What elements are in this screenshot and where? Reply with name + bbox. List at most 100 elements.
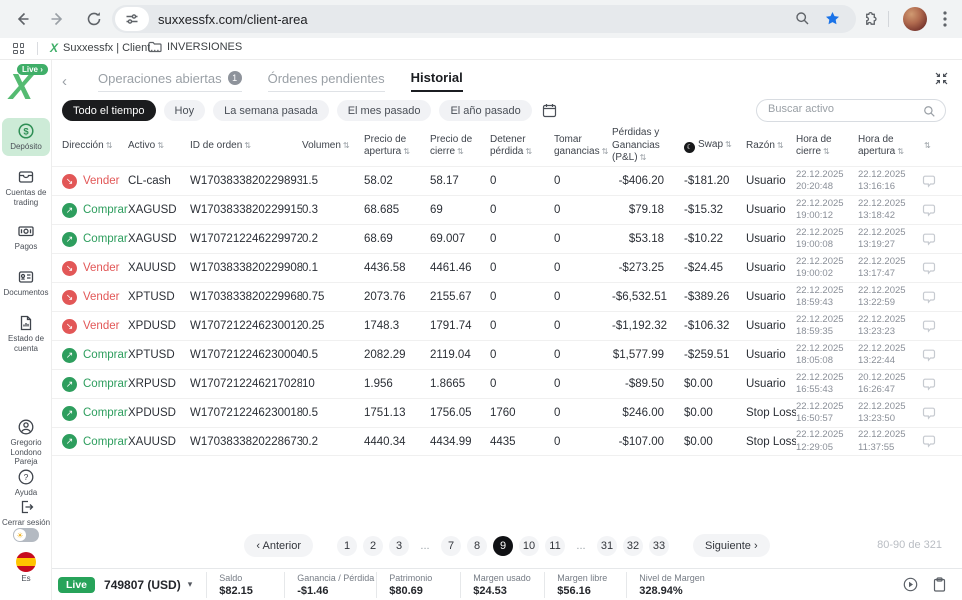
search-input[interactable]: [768, 103, 918, 115]
table-row[interactable]: ↗ Comprar XAGUSD W1707212246229972 0.2 6…: [52, 224, 962, 253]
sidebar-item-documentos[interactable]: Documentos: [2, 264, 50, 302]
extensions-icon[interactable]: [858, 7, 882, 31]
column-header[interactable]: Dirección⇅: [62, 140, 128, 153]
back-icon[interactable]: [10, 7, 34, 31]
filter-semana-pasada[interactable]: La semana pasada: [213, 100, 329, 121]
comment-icon[interactable]: [922, 204, 936, 217]
table-row[interactable]: ↘ Vender XPDUSD W1707212246230012 0.25 1…: [52, 311, 962, 340]
column-header[interactable]: Hora de cierre⇅: [796, 134, 858, 159]
column-header[interactable]: ⇅: [922, 140, 940, 153]
column-header[interactable]: Volumen⇅: [302, 140, 364, 153]
sort-icon[interactable]: ⇅: [924, 141, 931, 150]
calendar-icon[interactable]: [542, 103, 557, 118]
page-button[interactable]: 31: [597, 536, 617, 556]
sort-icon[interactable]: ⇅: [403, 147, 410, 156]
previous-page-button[interactable]: ‹ Anterior: [244, 534, 313, 557]
page-button[interactable]: 2: [363, 536, 383, 556]
table-row[interactable]: ↘ Vender XAUUSD W1703833820229908 0.1 44…: [52, 253, 962, 282]
sort-icon[interactable]: ⇅: [725, 140, 732, 149]
search-icon[interactable]: [795, 11, 810, 26]
table-row[interactable]: ↗ Comprar XRPUSD W1707212246217028 10 1.…: [52, 369, 962, 398]
column-header[interactable]: ☾Swap⇅: [684, 139, 746, 154]
clipboard-icon[interactable]: [933, 577, 946, 592]
sidebar-item-ayuda[interactable]: ? Ayuda: [2, 468, 50, 498]
sort-icon[interactable]: ⇅: [106, 141, 113, 150]
sort-icon[interactable]: ⇅: [602, 147, 609, 156]
live-account-badge[interactable]: Live: [58, 577, 95, 593]
column-header[interactable]: Pérdidas y Ganancias (P&L)⇅: [612, 127, 684, 165]
site-settings-icon[interactable]: [115, 7, 149, 31]
tab-operaciones-abiertas[interactable]: Operaciones abiertas 1: [98, 70, 242, 92]
page-button[interactable]: 9: [493, 536, 513, 556]
table-row[interactable]: ↘ Vender XPTUSD W1703833820229968 0.75 2…: [52, 282, 962, 311]
bookmark-folder-inversiones[interactable]: INVERSIONES: [148, 41, 242, 53]
sidebar-profile[interactable]: Gregorio Londono Pareja: [2, 418, 50, 467]
comment-icon[interactable]: [922, 349, 936, 362]
sort-icon[interactable]: ⇅: [157, 141, 164, 150]
table-row[interactable]: ↗ Comprar XAUUSD W1703833820228673 0.2 4…: [52, 427, 962, 456]
column-header[interactable]: Hora de apertura⇅: [858, 134, 922, 159]
column-header[interactable]: Activo⇅: [128, 140, 190, 153]
sort-icon[interactable]: ⇅: [343, 141, 350, 150]
comment-icon[interactable]: [922, 407, 936, 420]
language-flag-es[interactable]: [16, 552, 36, 572]
table-row[interactable]: ↗ Comprar XPDUSD W1707212246230018 0.5 1…: [52, 398, 962, 427]
column-header[interactable]: ID de orden⇅: [190, 140, 302, 153]
page-button[interactable]: 7: [441, 536, 461, 556]
sort-icon[interactable]: ⇅: [897, 147, 904, 156]
bookmark-star-icon[interactable]: [825, 11, 840, 26]
sort-icon[interactable]: ⇅: [777, 141, 784, 150]
play-circle-icon[interactable]: [903, 577, 918, 592]
page-button[interactable]: 11: [545, 536, 565, 556]
forward-icon[interactable]: [46, 7, 70, 31]
swap-info-icon[interactable]: ☾: [684, 142, 695, 153]
page-button[interactable]: 8: [467, 536, 487, 556]
column-header[interactable]: Precio de cierre⇅: [430, 134, 490, 159]
table-row[interactable]: ↘ Vender CL-cash W1703833820229893 1.5 5…: [52, 166, 962, 195]
profile-avatar[interactable]: [903, 7, 927, 31]
filter-mes-pasado[interactable]: El mes pasado: [337, 100, 432, 121]
page-button[interactable]: 33: [649, 536, 669, 556]
sort-icon[interactable]: ⇅: [244, 141, 251, 150]
chevron-down-icon[interactable]: ▾: [188, 579, 193, 590]
table-row[interactable]: ↗ Comprar XPTUSD W1707212246230004 0.5 2…: [52, 340, 962, 369]
sort-icon[interactable]: ⇅: [457, 147, 464, 156]
filter-todo-el-tiempo[interactable]: Todo el tiempo: [62, 100, 156, 121]
comment-icon[interactable]: [922, 291, 936, 304]
menu-icon[interactable]: [933, 7, 957, 31]
comment-icon[interactable]: [922, 378, 936, 391]
comment-icon[interactable]: [922, 262, 936, 275]
back-chevron-icon[interactable]: ‹: [62, 73, 67, 90]
comment-icon[interactable]: [922, 435, 936, 448]
address-bar[interactable]: suxxessfx.com/client-area: [112, 5, 856, 33]
sidebar-item-estado-de-cuenta[interactable]: Estado de cuenta: [2, 310, 50, 357]
sort-icon[interactable]: ⇅: [640, 153, 647, 162]
column-header[interactable]: Razón⇅: [746, 140, 796, 153]
filter-hoy[interactable]: Hoy: [164, 100, 206, 121]
comment-icon[interactable]: [922, 320, 936, 333]
page-button[interactable]: 3: [389, 536, 409, 556]
column-header[interactable]: Tomar ganancias⇅: [554, 134, 612, 159]
comment-icon[interactable]: [922, 233, 936, 246]
theme-toggle[interactable]: ☀: [13, 528, 39, 542]
column-header[interactable]: Detener pérdida⇅: [490, 134, 554, 159]
sort-icon[interactable]: ⇅: [823, 147, 830, 156]
sidebar-item-cuentas-de-trading[interactable]: Cuentas de trading: [2, 164, 50, 211]
reload-icon[interactable]: [82, 7, 106, 31]
filter-ano-pasado[interactable]: El año pasado: [439, 100, 531, 121]
tab-historial[interactable]: Historial: [411, 70, 463, 92]
sort-icon[interactable]: ⇅: [525, 147, 532, 156]
next-page-button[interactable]: Siguiente ›: [693, 534, 770, 557]
account-selector[interactable]: 749807 (USD): [104, 578, 181, 592]
table-row[interactable]: ↗ Comprar XAGUSD W1703833820229915 0.3 6…: [52, 195, 962, 224]
live-environment-badge[interactable]: Live ›: [17, 64, 48, 75]
page-button[interactable]: 10: [519, 536, 539, 556]
column-header[interactable]: Precio de apertura⇅: [364, 134, 430, 159]
sidebar-item-deposito[interactable]: $ Depósito: [2, 118, 50, 156]
sidebar-item-cerrar-sesion[interactable]: Cerrar sesión: [2, 498, 50, 528]
page-button[interactable]: 1: [337, 536, 357, 556]
apps-grid-icon[interactable]: [13, 43, 24, 54]
tab-ordenes-pendientes[interactable]: Órdenes pendientes: [268, 70, 385, 92]
collapse-panel-icon[interactable]: [935, 72, 948, 85]
bookmark-suxxessfx[interactable]: X Suxxessfx | Client...: [50, 41, 159, 55]
